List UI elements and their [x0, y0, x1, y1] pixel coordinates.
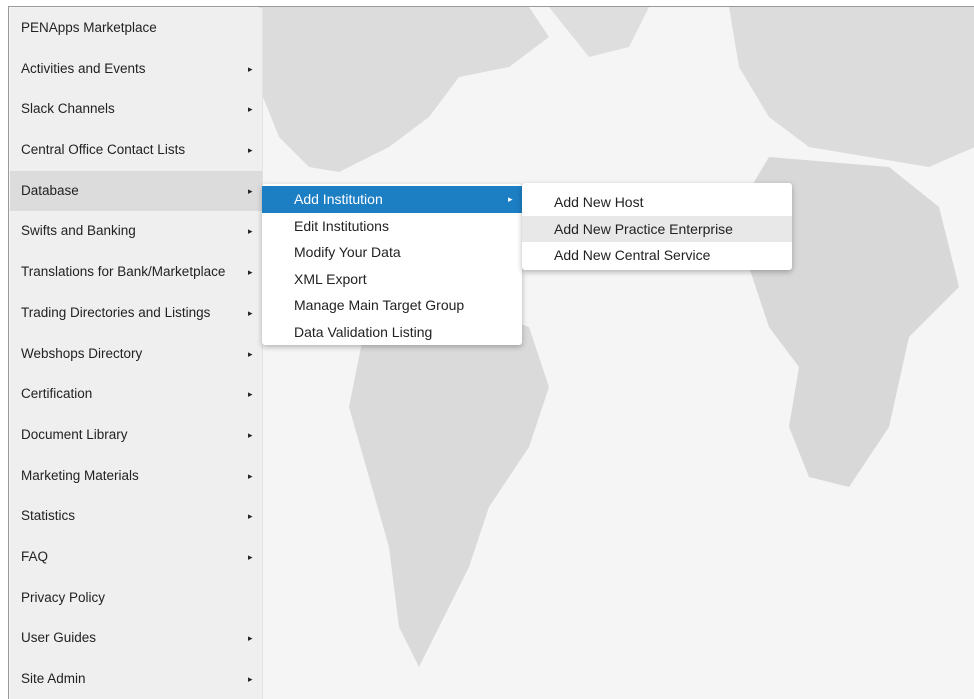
sidebar-item-swifts-and-banking[interactable]: Swifts and Banking ▸ — [10, 211, 262, 252]
sidebar-item-faq[interactable]: FAQ ▸ — [10, 537, 262, 578]
menu-item-xml-export[interactable]: XML Export — [262, 266, 522, 293]
sidebar-item-label: Swifts and Banking — [21, 223, 136, 239]
chevron-right-icon: ▸ — [508, 194, 513, 204]
sidebar-item-activities-and-events[interactable]: Activities and Events ▸ — [10, 49, 262, 90]
sidebar-item-label: Central Office Contact Lists — [21, 142, 186, 158]
menu-item-edit-institutions[interactable]: Edit Institutions — [262, 213, 522, 240]
sidebar-item-site-admin[interactable]: Site Admin ▸ — [10, 659, 262, 699]
sidebar-item-marketing-materials[interactable]: Marketing Materials ▸ — [10, 456, 262, 497]
sidebar-item-certification[interactable]: Certification ▸ — [10, 374, 262, 415]
sidebar-item-label: User Guides — [21, 630, 97, 646]
sidebar-item-label: Slack Channels — [21, 101, 115, 117]
sidebar-item-trading-directories-and-listings[interactable]: Trading Directories and Listings ▸ — [10, 293, 262, 334]
menu-item-add-institution[interactable]: Add Institution ▸ — [262, 186, 522, 213]
chevron-right-icon: ▸ — [248, 104, 253, 115]
sidebar-item-penapps-marketplace[interactable]: PENApps Marketplace — [10, 8, 262, 49]
sidebar-item-label: Statistics — [21, 508, 76, 524]
sidebar-item-label: Database — [21, 182, 79, 198]
sidebar-item-document-library[interactable]: Document Library ▸ — [10, 415, 262, 456]
menu-item-data-validation-listing[interactable]: Data Validation Listing — [262, 319, 522, 346]
menu-item-manage-main-target-group[interactable]: Manage Main Target Group — [262, 292, 522, 319]
sidebar-item-slack-channels[interactable]: Slack Channels ▸ — [10, 89, 262, 130]
menu-item-label: Data Validation Listing — [294, 323, 433, 340]
chevron-right-icon: ▸ — [248, 470, 253, 481]
page-frame: PENApps Marketplace Activities and Events… — [8, 6, 974, 699]
menu-item-label: Add New Central Service — [554, 247, 711, 264]
chevron-right-icon: ▸ — [248, 674, 253, 684]
menu-item-add-new-host[interactable]: Add New Host — [522, 189, 792, 216]
sidebar-item-translations-for-bank-marketplace[interactable]: Translations for Bank/Marketplace ▸ — [10, 252, 262, 293]
sidebar-item-privacy-policy[interactable]: Privacy Policy — [10, 578, 262, 619]
chevron-right-icon: ▸ — [248, 429, 253, 440]
chevron-right-icon: ▸ — [248, 145, 253, 156]
sidebar-item-statistics[interactable]: Statistics ▸ — [10, 496, 262, 537]
chevron-right-icon: ▸ — [248, 389, 253, 400]
menu-item-label: Edit Institutions — [294, 217, 389, 234]
chevron-right-icon: ▸ — [248, 633, 253, 644]
sidebar-item-user-guides[interactable]: User Guides ▸ — [10, 618, 262, 659]
chevron-right-icon: ▸ — [248, 348, 253, 359]
sidebar-item-label: Privacy Policy — [21, 589, 106, 605]
database-submenu: Add Institution ▸ Edit Institutions Modify … — [262, 184, 522, 345]
sidebar-item-label: PENApps Marketplace — [21, 20, 157, 35]
sidebar-menu: PENApps Marketplace Activities and Events… — [10, 8, 263, 699]
menu-item-label: Add Institution — [294, 191, 383, 207]
chevron-right-icon: ▸ — [248, 185, 253, 196]
sidebar-item-label: Translations for Bank/Marketplace — [21, 264, 226, 280]
menu-item-label: Modify Your Data — [294, 244, 401, 261]
menu-item-add-new-central-service[interactable]: Add New Central Service — [522, 242, 792, 269]
sidebar-item-label: Document Library — [21, 426, 128, 442]
menu-item-label: Add New Practice Enterprise — [554, 220, 733, 237]
sidebar-item-label: Site Admin — [21, 671, 86, 686]
menu-item-add-new-practice-enterprise[interactable]: Add New Practice Enterprise — [522, 215, 792, 243]
menu-item-modify-your-data[interactable]: Modify Your Data — [262, 239, 522, 266]
sidebar-item-label: Activities and Events — [21, 60, 146, 76]
menu-item-label: Add New Host — [554, 194, 644, 210]
sidebar-item-webshops-directory[interactable]: Webshops Directory ▸ — [10, 334, 262, 375]
chevron-right-icon: ▸ — [248, 63, 253, 74]
chevron-right-icon: ▸ — [248, 307, 253, 318]
sidebar-item-database[interactable]: Database ▸ — [10, 170, 262, 212]
sidebar-item-label: Marketing Materials — [21, 467, 139, 483]
menu-item-label: XML Export — [294, 270, 367, 287]
sidebar-item-label: Trading Directories and Listings — [21, 304, 211, 320]
sidebar-item-label: Webshops Directory — [21, 345, 143, 361]
chevron-right-icon: ▸ — [248, 511, 253, 522]
menu-item-label: Manage Main Target Group — [294, 297, 465, 314]
chevron-right-icon: ▸ — [248, 267, 253, 278]
add-institution-submenu: Add New Host Add New Practice Enterprise A… — [522, 183, 792, 270]
sidebar-item-label: Certification — [21, 386, 93, 402]
sidebar-item-central-office-contact-lists[interactable]: Central Office Contact Lists ▸ — [10, 130, 262, 171]
chevron-right-icon: ▸ — [248, 551, 253, 562]
chevron-right-icon: ▸ — [248, 226, 253, 237]
sidebar-item-label: FAQ — [21, 548, 49, 564]
